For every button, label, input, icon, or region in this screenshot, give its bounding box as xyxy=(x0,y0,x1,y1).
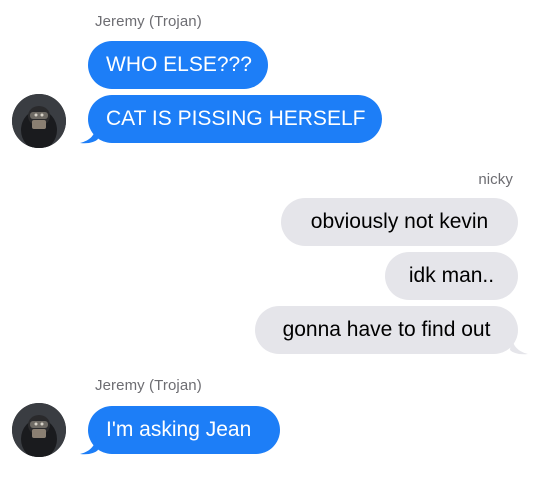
contact-photo-avatar xyxy=(12,94,66,148)
contact-avatar[interactable] xyxy=(12,403,66,457)
sender-name-jeremy: Jeremy (Trojan) xyxy=(95,377,202,394)
sender-name-jeremy: Jeremy (Trojan) xyxy=(95,13,202,30)
message-bubble-outgoing[interactable]: gonna have to find out xyxy=(255,306,518,354)
message-bubble-incoming[interactable]: I'm asking Jean xyxy=(88,406,280,454)
contact-avatar[interactable] xyxy=(12,94,66,148)
message-bubble-outgoing[interactable]: idk man.. xyxy=(385,252,518,300)
message-bubble-incoming[interactable]: CAT IS PISSING HERSELF xyxy=(88,95,382,143)
sender-name-nicky: nicky xyxy=(478,171,513,188)
bubble-tail-icon xyxy=(510,335,528,355)
bubble-tail-icon xyxy=(80,435,98,455)
contact-photo-avatar xyxy=(12,403,66,457)
message-bubble-incoming[interactable]: WHO ELSE??? xyxy=(88,41,268,89)
message-bubble-outgoing[interactable]: obviously not kevin xyxy=(281,198,518,246)
bubble-tail-icon xyxy=(80,124,98,144)
